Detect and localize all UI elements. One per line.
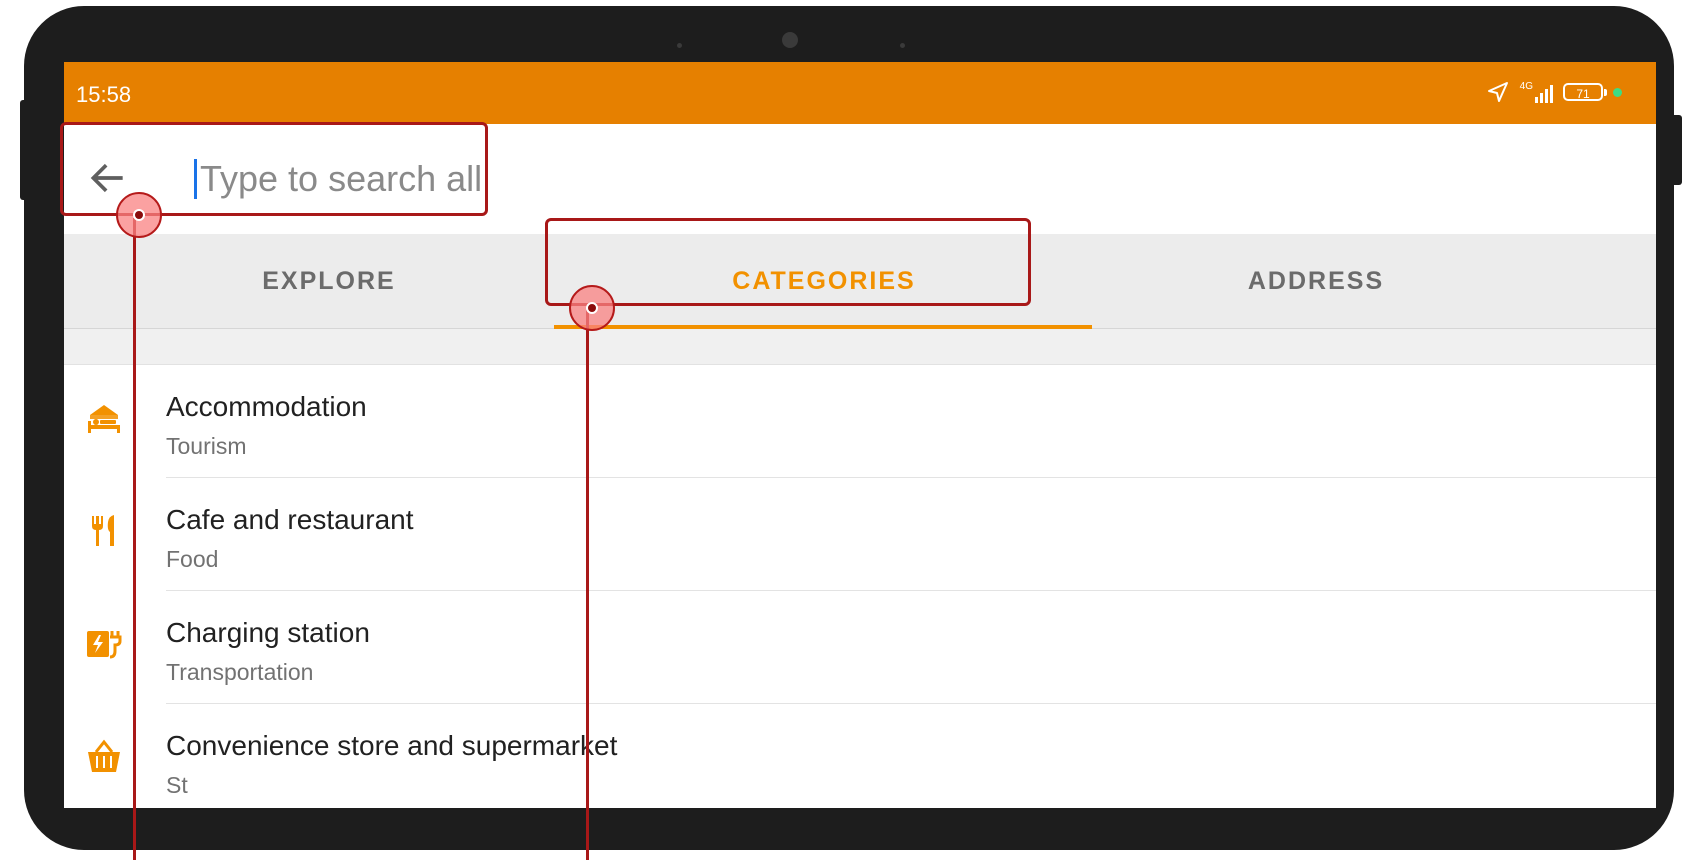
tab-highlight-box [545, 218, 1031, 306]
battery-level: 71 [1576, 87, 1590, 101]
category-list: Accommodation Tourism Cafe and restauran… [64, 365, 1656, 808]
list-item-subtitle: Transportation [166, 659, 314, 685]
list-item-subtitle: Tourism [166, 433, 247, 459]
hotel-bed-icon [88, 405, 120, 433]
annotation-line [586, 310, 589, 860]
location-arrow-icon [1487, 82, 1508, 102]
list-item[interactable]: Accommodation Tourism [64, 365, 1656, 478]
list-item[interactable]: Charging station Transportation [64, 591, 1656, 704]
shopping-basket-icon [88, 739, 120, 772]
list-item[interactable]: Cafe and restaurant Food [64, 478, 1656, 591]
network-type: 4G [1519, 81, 1533, 92]
privacy-indicator-icon [1613, 87, 1622, 97]
fork-knife-icon [92, 515, 114, 546]
front-camera [782, 32, 798, 48]
status-time: 15:58 [76, 82, 132, 107]
list-item-title: Accommodation [166, 391, 367, 422]
list-item-title: Convenience store and supermarket [166, 730, 618, 761]
annotation-marker [569, 285, 615, 331]
battery-icon: 71 [1563, 83, 1607, 101]
sensor-dot [900, 43, 905, 48]
list-item[interactable]: Convenience store and supermarket St [64, 704, 1656, 808]
list-item-title: Charging station [166, 617, 370, 648]
list-spacer [64, 329, 1656, 365]
status-icons: 4G 71 [1486, 78, 1622, 106]
sensor-dot [677, 43, 682, 48]
tab-address[interactable]: ADDRESS [1051, 234, 1581, 328]
annotation-marker [116, 192, 162, 238]
list-item-subtitle: Food [166, 546, 219, 572]
signal-icon: 4G [1520, 81, 1553, 103]
list-item-subtitle: St [166, 772, 188, 798]
status-bar: 15:58 4G 71 [64, 62, 1656, 124]
annotation-line [133, 218, 136, 860]
tab-explore[interactable]: EXPLORE [64, 234, 594, 328]
list-item-title: Cafe and restaurant [166, 504, 414, 535]
ev-charging-icon [87, 631, 122, 659]
